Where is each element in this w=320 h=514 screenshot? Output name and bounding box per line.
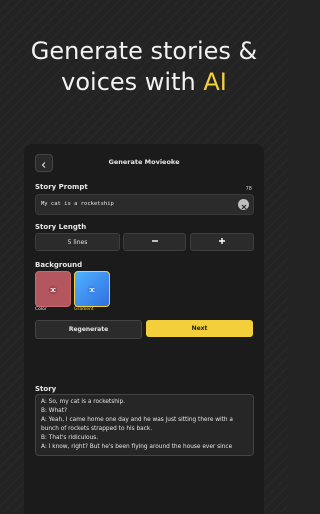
- story-length-value: 5 lines: [35, 233, 120, 251]
- story-line: A: Yeah, I came home one day and he was …: [41, 417, 233, 423]
- character-counter: 78: [245, 186, 252, 192]
- decrement-button[interactable]: [123, 233, 186, 251]
- background-option-gradient[interactable]: [74, 271, 110, 307]
- story-line: A: I know, right? But he's been flying a…: [41, 444, 233, 450]
- shuffle-icon: [48, 280, 58, 299]
- close-icon: [241, 195, 247, 214]
- story-line: B: That's ridiculous.: [41, 435, 99, 441]
- story-output[interactable]: A: So, my cat is a rocketship. B: What? …: [35, 394, 254, 456]
- increment-button[interactable]: [190, 233, 254, 251]
- screen-title: Generate Movieoke: [108, 158, 180, 166]
- story-line: bunch of rockets strapped to his back.: [41, 426, 153, 432]
- regenerate-button[interactable]: Regenerate: [35, 320, 142, 339]
- background-option-color[interactable]: [35, 271, 71, 307]
- story-length-label: Story Length: [35, 223, 87, 231]
- app-screen: Generate Movieoke Story Prompt 78 My cat…: [24, 144, 264, 514]
- promo-headline: Generate stories & voices with AI: [0, 36, 288, 98]
- story-prompt-label: Story Prompt: [35, 183, 88, 191]
- headline-accent-ai: AI: [203, 68, 227, 96]
- story-prompt-value: My cat is a rocketship: [41, 201, 114, 207]
- clear-input-button[interactable]: [238, 199, 249, 210]
- plus-icon: [218, 237, 226, 247]
- headline-line-2-prefix: voices with: [61, 68, 204, 96]
- next-button[interactable]: Next: [146, 320, 253, 337]
- headline-line-1: Generate stories &: [30, 37, 258, 65]
- background-option-gradient-label: Gradient: [74, 307, 94, 312]
- background-label: Background: [35, 261, 83, 269]
- story-prompt-input[interactable]: My cat is a rocketship: [35, 194, 254, 215]
- story-line: A: So, my cat is a rocketship.: [41, 399, 126, 405]
- headline-line-2: voices with AI: [0, 67, 288, 98]
- background-option-color-label: Color: [35, 307, 47, 312]
- minus-icon: [151, 237, 159, 247]
- shuffle-icon: [87, 280, 97, 299]
- story-line: B: What?: [41, 408, 68, 414]
- story-label: Story: [35, 385, 57, 393]
